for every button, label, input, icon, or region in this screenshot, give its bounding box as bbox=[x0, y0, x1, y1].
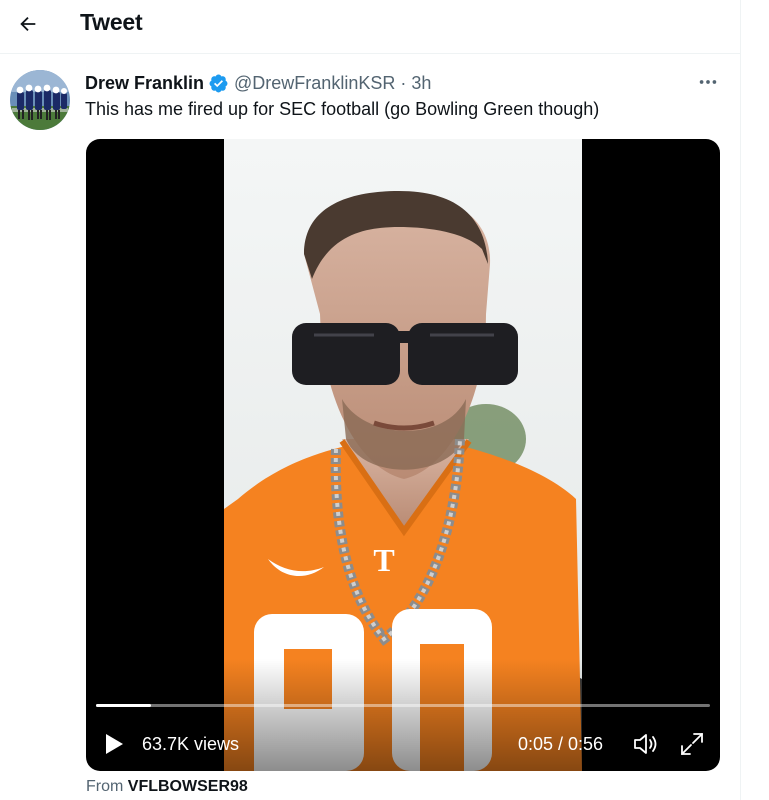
svg-text:T: T bbox=[373, 542, 394, 578]
view-count: 63.7K views bbox=[142, 734, 240, 754]
video-frame[interactable]: T bbox=[224, 139, 582, 771]
separator-dot: · bbox=[400, 72, 407, 93]
video-progress-bar[interactable] bbox=[96, 704, 710, 707]
tweet-timestamp[interactable]: 3h bbox=[411, 73, 431, 94]
fullscreen-button[interactable] bbox=[678, 730, 706, 758]
tweet-column: Tweet Drew Franklin @DrewFranklinKSR · 3… bbox=[0, 0, 741, 800]
video-time: 0:05 / 0:56 bbox=[518, 734, 604, 754]
video-source: From VFLBOWSER98 bbox=[86, 778, 248, 796]
video-progress-fill bbox=[96, 704, 151, 707]
tweet-author-row: Drew Franklin @DrewFranklinKSR · 3h bbox=[85, 70, 431, 96]
avatar[interactable] bbox=[10, 70, 70, 130]
source-prefix: From bbox=[86, 778, 124, 795]
source-account-link[interactable]: VFLBOWSER98 bbox=[128, 778, 248, 795]
avatar-image bbox=[10, 70, 70, 130]
video-player[interactable]: T 63.7K views 0:05 / 0:56 bbox=[86, 139, 720, 771]
more-options-button[interactable] bbox=[690, 68, 726, 96]
video-controls: 63.7K views 0:05 / 0:56 bbox=[86, 724, 720, 764]
volume-button[interactable] bbox=[631, 730, 659, 758]
fullscreen-icon bbox=[681, 733, 703, 755]
tweet-header: Tweet bbox=[0, 0, 740, 54]
page-title: Tweet bbox=[80, 9, 143, 35]
right-rail bbox=[742, 0, 769, 800]
back-button[interactable] bbox=[8, 4, 48, 44]
author-name[interactable]: Drew Franklin bbox=[85, 73, 204, 94]
more-options-icon bbox=[699, 80, 717, 84]
tweet-text: This has me fired up for SEC football (g… bbox=[85, 99, 600, 119]
verified-badge-icon bbox=[208, 73, 229, 94]
author-handle[interactable]: @DrewFranklinKSR bbox=[234, 73, 395, 94]
video-still-image: T bbox=[224, 139, 582, 771]
arrow-left-icon bbox=[20, 16, 36, 32]
volume-icon bbox=[634, 734, 657, 754]
play-icon bbox=[106, 734, 123, 754]
play-button[interactable] bbox=[102, 731, 126, 757]
